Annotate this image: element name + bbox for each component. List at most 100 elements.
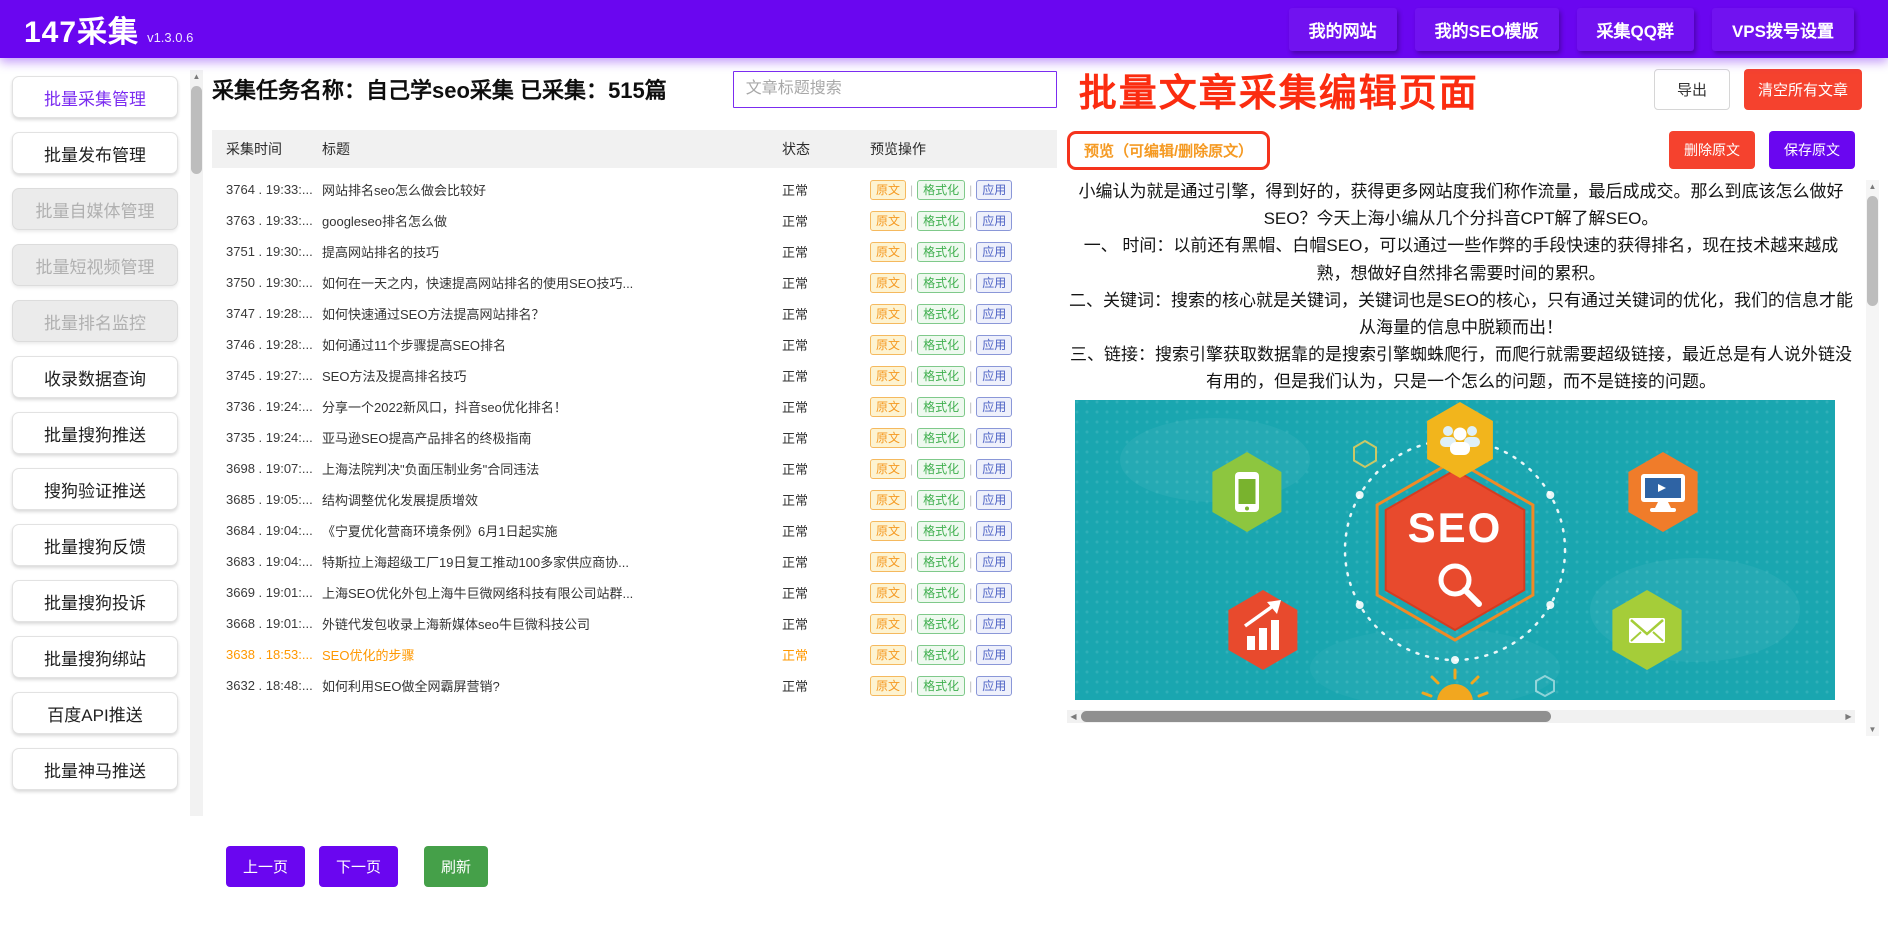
apply-button[interactable]: 应用 bbox=[976, 583, 1012, 603]
preview-scrollbar-vertical[interactable]: ▲ ▼ bbox=[1866, 180, 1879, 736]
table-row[interactable]: 3685 . 19:05:... 结构调整优化发展提质增效 正常 原文 | 格式… bbox=[212, 484, 1057, 515]
format-button[interactable]: 格式化 bbox=[917, 583, 965, 603]
apply-button[interactable]: 应用 bbox=[976, 645, 1012, 665]
nav-collect-qq-group[interactable]: 采集QQ群 bbox=[1577, 8, 1694, 51]
format-button[interactable]: 格式化 bbox=[917, 273, 965, 293]
apply-button[interactable]: 应用 bbox=[976, 273, 1012, 293]
table-row[interactable]: 3684 . 19:04:... 《宁夏优化营商环境条例》6月1日起实施 正常 … bbox=[212, 515, 1057, 546]
apply-button[interactable]: 应用 bbox=[976, 676, 1012, 696]
table-row[interactable]: 3745 . 19:27:... SEO方法及提高排名技巧 正常 原文 | 格式… bbox=[212, 360, 1057, 391]
table-row[interactable]: 3735 . 19:24:... 亚马逊SEO提高产品排名的终极指南 正常 原文… bbox=[212, 422, 1057, 453]
sidebar-item-batch-publish[interactable]: 批量发布管理 bbox=[12, 132, 178, 174]
sidebar-item-index-data-query[interactable]: 收录数据查询 bbox=[12, 356, 178, 398]
table-row[interactable]: 3747 . 19:28:... 如何快速通过SEO方法提高网站排名？ 正常 原… bbox=[212, 298, 1057, 329]
scroll-up-icon[interactable]: ▲ bbox=[190, 70, 203, 83]
apply-button[interactable]: 应用 bbox=[976, 490, 1012, 510]
table-row[interactable]: 3683 . 19:04:... 特斯拉上海超级工厂19日复工推动100多家供应… bbox=[212, 546, 1057, 577]
table-row[interactable]: 3638 . 18:53:... SEO优化的步骤 正常 原文 | 格式化 | … bbox=[212, 639, 1057, 670]
table-row[interactable]: 3763 . 19:33:... googleseo排名怎么做 正常 原文 | … bbox=[212, 205, 1057, 236]
scrollbar-thumb[interactable] bbox=[1081, 711, 1551, 722]
apply-button[interactable]: 应用 bbox=[976, 242, 1012, 262]
format-button[interactable]: 格式化 bbox=[917, 676, 965, 696]
raw-text-button[interactable]: 原文 bbox=[870, 614, 906, 634]
raw-text-button[interactable]: 原文 bbox=[870, 397, 906, 417]
raw-text-button[interactable]: 原文 bbox=[870, 304, 906, 324]
format-button[interactable]: 格式化 bbox=[917, 428, 965, 448]
raw-text-button[interactable]: 原文 bbox=[870, 242, 906, 262]
apply-button[interactable]: 应用 bbox=[976, 180, 1012, 200]
table-row[interactable]: 3668 . 19:01:... 外链代发包收录上海新媒体seo牛巨微科技公司 … bbox=[212, 608, 1057, 639]
raw-text-button[interactable]: 原文 bbox=[870, 552, 906, 572]
raw-text-button[interactable]: 原文 bbox=[870, 428, 906, 448]
scroll-right-icon[interactable]: ▶ bbox=[1842, 710, 1855, 723]
apply-button[interactable]: 应用 bbox=[976, 552, 1012, 572]
apply-button[interactable]: 应用 bbox=[976, 428, 1012, 448]
prev-page-button[interactable]: 上一页 bbox=[226, 846, 305, 887]
table-row[interactable]: 3746 . 19:28:... 如何通过11个步骤提高SEO排名 正常 原文 … bbox=[212, 329, 1057, 360]
nav-my-websites[interactable]: 我的网站 bbox=[1289, 8, 1397, 51]
scroll-up-icon[interactable]: ▲ bbox=[1866, 180, 1879, 193]
raw-text-button[interactable]: 原文 bbox=[870, 490, 906, 510]
raw-text-button[interactable]: 原文 bbox=[870, 583, 906, 603]
table-scrollbar-vertical[interactable]: ▲ bbox=[190, 70, 203, 816]
apply-button[interactable]: 应用 bbox=[976, 459, 1012, 479]
raw-text-button[interactable]: 原文 bbox=[870, 180, 906, 200]
table-row[interactable]: 3764 . 19:33:... 网站排名seo怎么做会比较好 正常 原文 | … bbox=[212, 174, 1057, 205]
format-button[interactable]: 格式化 bbox=[917, 490, 965, 510]
scrollbar-thumb[interactable] bbox=[191, 86, 202, 174]
raw-text-button[interactable]: 原文 bbox=[870, 335, 906, 355]
sidebar-item-batch-collect[interactable]: 批量采集管理 bbox=[12, 76, 178, 118]
format-button[interactable]: 格式化 bbox=[917, 614, 965, 634]
format-button[interactable]: 格式化 bbox=[917, 521, 965, 541]
format-button[interactable]: 格式化 bbox=[917, 242, 965, 262]
scrollbar-thumb[interactable] bbox=[1867, 196, 1878, 306]
article-title-search-input[interactable] bbox=[733, 71, 1057, 108]
format-button[interactable]: 格式化 bbox=[917, 211, 965, 231]
raw-text-button[interactable]: 原文 bbox=[870, 459, 906, 479]
scroll-left-icon[interactable]: ◀ bbox=[1067, 710, 1080, 723]
sidebar-item-sogou-verify-push[interactable]: 搜狗验证推送 bbox=[12, 468, 178, 510]
raw-text-button[interactable]: 原文 bbox=[870, 676, 906, 696]
table-row[interactable]: 3736 . 19:24:... 分享一个2022新风口，抖音seo优化排名！ … bbox=[212, 391, 1057, 422]
sidebar-item-sogou-complaint[interactable]: 批量搜狗投诉 bbox=[12, 580, 178, 622]
apply-button[interactable]: 应用 bbox=[976, 521, 1012, 541]
raw-text-button[interactable]: 原文 bbox=[870, 273, 906, 293]
format-button[interactable]: 格式化 bbox=[917, 180, 965, 200]
table-row[interactable]: 3750 . 19:30:... 如何在一天之内，快速提高网站排名的使用SEO技… bbox=[212, 267, 1057, 298]
format-button[interactable]: 格式化 bbox=[917, 397, 965, 417]
table-row[interactable]: 3669 . 19:01:... 上海SEO优化外包上海牛巨微网络科技有限公司站… bbox=[212, 577, 1057, 608]
scroll-down-icon[interactable]: ▼ bbox=[1866, 723, 1879, 736]
format-button[interactable]: 格式化 bbox=[917, 459, 965, 479]
format-button[interactable]: 格式化 bbox=[917, 645, 965, 665]
format-button[interactable]: 格式化 bbox=[917, 304, 965, 324]
format-button[interactable]: 格式化 bbox=[917, 366, 965, 386]
apply-button[interactable]: 应用 bbox=[976, 614, 1012, 634]
apply-button[interactable]: 应用 bbox=[976, 211, 1012, 231]
table-row[interactable]: 3698 . 19:07:... 上海法院判决"负面压制业务"合同违法 正常 原… bbox=[212, 453, 1057, 484]
apply-button[interactable]: 应用 bbox=[976, 335, 1012, 355]
raw-text-button[interactable]: 原文 bbox=[870, 521, 906, 541]
apply-button[interactable]: 应用 bbox=[976, 366, 1012, 386]
sidebar-item-sogou-feedback[interactable]: 批量搜狗反馈 bbox=[12, 524, 178, 566]
apply-button[interactable]: 应用 bbox=[976, 304, 1012, 324]
raw-text-button[interactable]: 原文 bbox=[870, 211, 906, 231]
delete-original-button[interactable]: 删除原文 bbox=[1669, 131, 1755, 169]
sidebar-item-baidu-api-push[interactable]: 百度API推送 bbox=[12, 692, 178, 734]
table-row[interactable]: 3632 . 18:48:... 如何利用SEO做全网霸屏营销? 正常 原文 |… bbox=[212, 670, 1057, 701]
nav-my-seo-templates[interactable]: 我的SEO模版 bbox=[1415, 8, 1559, 51]
clear-all-articles-button[interactable]: 清空所有文章 bbox=[1744, 69, 1862, 110]
sidebar-item-sogou-bind-site[interactable]: 批量搜狗绑站 bbox=[12, 636, 178, 678]
next-page-button[interactable]: 下一页 bbox=[319, 846, 398, 887]
sidebar-item-sogou-push[interactable]: 批量搜狗推送 bbox=[12, 412, 178, 454]
save-original-button[interactable]: 保存原文 bbox=[1769, 131, 1855, 169]
format-button[interactable]: 格式化 bbox=[917, 335, 965, 355]
raw-text-button[interactable]: 原文 bbox=[870, 366, 906, 386]
table-row[interactable]: 3751 . 19:30:... 提高网站排名的技巧 正常 原文 | 格式化 |… bbox=[212, 236, 1057, 267]
refresh-button[interactable]: 刷新 bbox=[424, 846, 488, 887]
nav-vps-dial-settings[interactable]: VPS拨号设置 bbox=[1712, 8, 1854, 51]
preview-scrollbar-horizontal[interactable]: ◀ ▶ bbox=[1067, 710, 1855, 723]
export-button[interactable]: 导出 bbox=[1654, 69, 1730, 110]
raw-text-button[interactable]: 原文 bbox=[870, 645, 906, 665]
sidebar-item-shenma-push[interactable]: 批量神马推送 bbox=[12, 748, 178, 790]
apply-button[interactable]: 应用 bbox=[976, 397, 1012, 417]
